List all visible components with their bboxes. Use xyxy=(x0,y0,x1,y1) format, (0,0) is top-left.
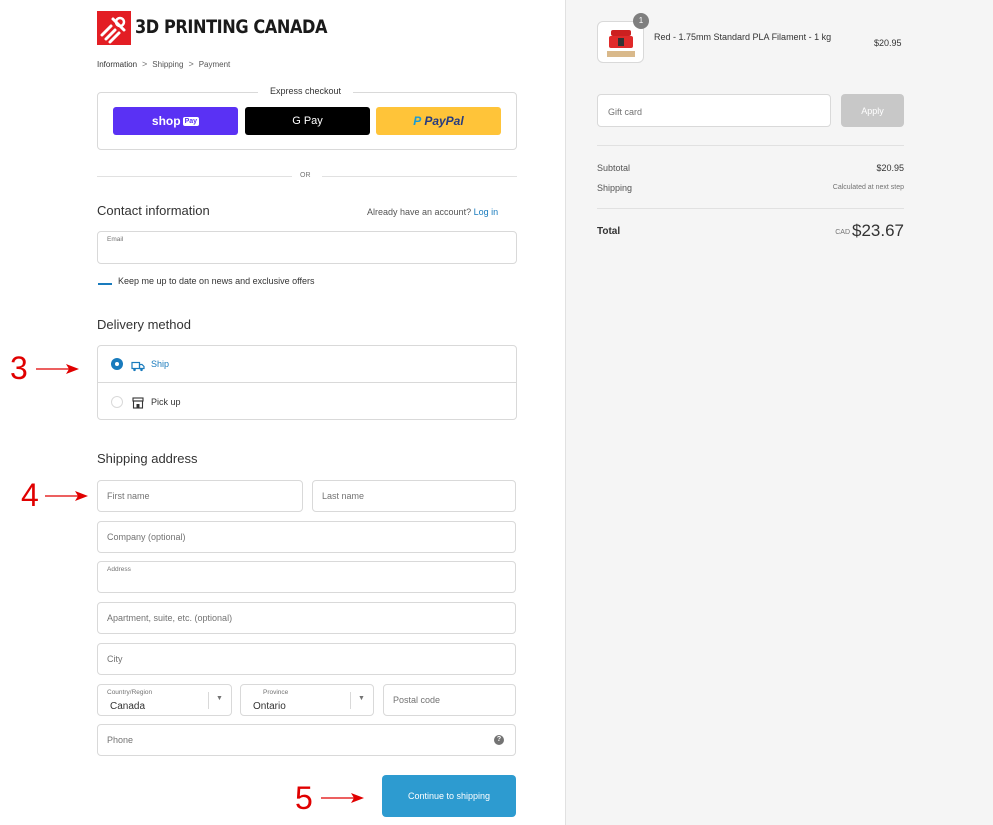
question-mark-icon[interactable]: ? xyxy=(494,735,504,745)
store-icon xyxy=(132,396,144,414)
paypal-label: PayPal xyxy=(424,114,464,128)
ship-radio[interactable] xyxy=(111,358,123,370)
last-name-field[interactable]: Last name xyxy=(312,480,516,512)
google-pay-label: G Pay xyxy=(292,115,323,127)
pickup-radio[interactable] xyxy=(111,396,123,408)
total-value: $23.67 xyxy=(852,221,904,240)
apply-button[interactable]: Apply xyxy=(841,94,904,127)
company-field[interactable]: Company (optional) xyxy=(97,521,516,553)
shipping-value: Calculated at next step xyxy=(832,184,904,191)
city-placeholder: City xyxy=(107,654,123,664)
country-value: Canada xyxy=(110,701,146,712)
or-divider-text: OR xyxy=(300,172,311,179)
province-select-divider xyxy=(350,692,351,709)
chevron-right-icon: > xyxy=(188,59,194,69)
address-field[interactable]: Address xyxy=(97,561,516,593)
shop-pay-label: shop xyxy=(151,114,181,128)
login-link[interactable]: Log in xyxy=(474,207,499,217)
paypal-logo-icon: P xyxy=(413,114,422,128)
chevron-down-icon: ▼ xyxy=(216,695,223,702)
or-divider-left xyxy=(97,176,292,177)
province-value: Ontario xyxy=(253,701,286,712)
total-currency: CAD xyxy=(835,229,850,236)
express-checkout-title: Express checkout xyxy=(258,86,354,96)
first-name-placeholder: First name xyxy=(107,491,150,501)
breadcrumb-payment[interactable]: Payment xyxy=(199,60,231,69)
city-field[interactable]: City xyxy=(97,643,516,675)
store-logo-icon[interactable] xyxy=(97,11,131,45)
google-pay-button[interactable]: G Pay xyxy=(245,107,370,135)
shop-pay-tag: Pay xyxy=(182,116,200,126)
apartment-placeholder: Apartment, suite, etc. (optional) xyxy=(107,613,233,623)
apartment-field[interactable]: Apartment, suite, etc. (optional) xyxy=(97,602,516,634)
total-label: Total xyxy=(597,226,621,237)
ship-option-label[interactable]: Ship xyxy=(151,359,169,369)
annotation-arrow-icon xyxy=(36,364,79,374)
email-field[interactable]: Email xyxy=(97,231,517,264)
postal-code-field[interactable]: Postal code xyxy=(383,684,516,716)
breadcrumb-information: Information xyxy=(97,60,138,69)
email-label: Email xyxy=(107,236,124,243)
breadcrumb: Information > Shipping > Payment xyxy=(97,59,230,69)
quantity-badge: 1 xyxy=(633,13,649,29)
delivery-divider xyxy=(97,382,517,383)
annotation-5: 5 xyxy=(295,780,313,816)
annotation-3: 3 xyxy=(10,350,28,386)
summary-divider xyxy=(597,145,904,146)
annotation-arrow-icon xyxy=(321,793,364,803)
product-name: Red - 1.75mm Standard PLA Filament - 1 k… xyxy=(654,32,832,42)
account-prompt-text: Already have an account? xyxy=(367,207,472,217)
newsletter-label: Keep me up to date on news and exclusive… xyxy=(118,276,315,286)
breadcrumb-shipping[interactable]: Shipping xyxy=(152,60,183,69)
postal-code-placeholder: Postal code xyxy=(393,695,441,705)
store-name[interactable]: 3D PRINTING CANADA xyxy=(135,16,328,38)
company-placeholder: Company (optional) xyxy=(107,532,186,542)
annotation-arrow-icon xyxy=(45,491,88,501)
or-divider-right xyxy=(322,176,517,177)
first-name-field[interactable]: First name xyxy=(97,480,303,512)
country-select-divider xyxy=(208,692,209,709)
gift-card-placeholder: Gift card xyxy=(608,107,643,117)
province-select[interactable]: Province Ontario ▼ xyxy=(240,684,374,716)
shipping-address-title: Shipping address xyxy=(97,451,198,466)
contact-information-title: Contact information xyxy=(97,203,210,218)
continue-to-shipping-button[interactable]: Continue to shipping xyxy=(382,775,516,817)
gift-card-field[interactable]: Gift card xyxy=(597,94,831,127)
last-name-placeholder: Last name xyxy=(322,491,365,501)
country-label: Country/Region xyxy=(107,689,153,696)
account-prompt: Already have an account? Log in xyxy=(367,207,498,217)
phone-field[interactable]: Phone ? xyxy=(97,724,516,756)
paypal-button[interactable]: P PayPal xyxy=(376,107,501,135)
product-price: $20.95 xyxy=(874,38,902,48)
shop-pay-button[interactable]: shop Pay xyxy=(113,107,238,135)
delivery-method-title: Delivery method xyxy=(97,317,191,332)
shipping-label: Shipping xyxy=(597,183,633,193)
country-select[interactable]: Country/Region Canada ▼ xyxy=(97,684,232,716)
chevron-down-icon: ▼ xyxy=(358,695,365,702)
phone-placeholder: Phone xyxy=(107,735,134,745)
subtotal-value: $20.95 xyxy=(876,163,904,173)
address-label: Address xyxy=(107,566,131,573)
annotation-4: 4 xyxy=(21,477,39,513)
province-label: Province xyxy=(263,689,289,696)
pickup-option-label[interactable]: Pick up xyxy=(151,397,181,407)
truck-icon xyxy=(131,359,145,377)
subtotal-label: Subtotal xyxy=(597,163,631,173)
total-divider xyxy=(597,208,904,209)
newsletter-checkbox[interactable] xyxy=(98,283,112,285)
chevron-right-icon: > xyxy=(142,59,148,69)
